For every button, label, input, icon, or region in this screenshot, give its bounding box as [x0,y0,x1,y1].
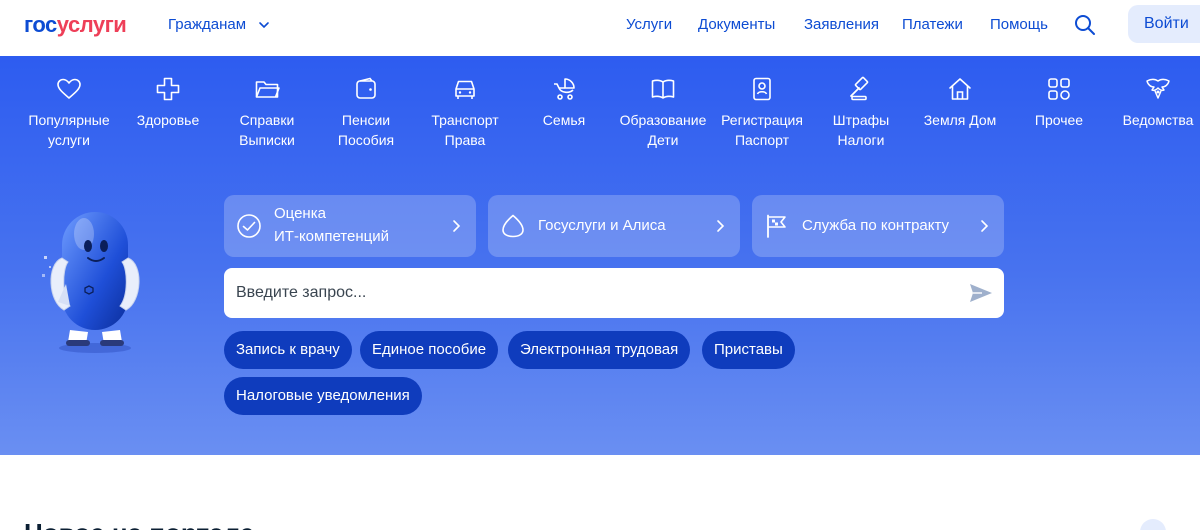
gavel-icon [848,76,874,102]
book-icon [650,76,676,102]
car-icon [452,76,478,102]
nav-services[interactable]: Услуги [626,16,672,33]
flag-icon [764,213,790,239]
category-label: Транспорт [431,112,499,128]
category-family[interactable]: Семья [514,76,614,130]
category-label: Прочее [1034,112,1084,128]
category-other[interactable]: Прочее [1009,76,1109,130]
role-selector-label: Гражданам [168,16,247,33]
category-label: Налоги [837,132,885,148]
role-selector[interactable]: Гражданам [168,16,270,33]
folder-icon [254,76,280,102]
category-popular[interactable]: Популярные услуги [19,76,119,150]
login-button[interactable]: Войти [1128,5,1200,43]
top-header: госуслуги Гражданам Услуги Документы Зая… [0,0,1200,56]
category-pensions[interactable]: Пенсии Пособия [316,76,416,150]
category-fines[interactable]: Штрафы Налоги [811,76,911,150]
category-label: Справки [239,112,295,128]
chevron-right-icon [717,220,725,232]
stroller-icon [551,76,577,102]
passport-icon [749,76,775,102]
emblem-icon [1145,76,1171,102]
gosuslugi-logo[interactable]: госуслуги [24,12,127,38]
grid-icon [1046,76,1072,102]
category-label: Пенсии [341,112,391,128]
mascot-robot-illustration [42,212,140,353]
carousel-prev-button[interactable] [1140,519,1166,530]
promo-title: Госуслуги и Алиса [538,217,666,234]
promo-it-assessment[interactable]: Оценка ИТ-компетенций [224,195,476,257]
chip-tax-notices[interactable]: Налоговые уведомления [224,377,422,415]
category-education[interactable]: Образование Дети [613,76,713,150]
hero-banner: Популярные услуги Здоровье Справки Выпис… [0,56,1200,455]
house-icon [947,76,973,102]
search-box [224,268,1004,318]
chevron-down-icon [259,21,269,28]
chip-doctor-appointment[interactable]: Запись к врачу [224,331,352,369]
search-input[interactable] [236,276,956,310]
chip-electronic-workbook[interactable]: Электронная трудовая [508,331,691,369]
category-label: Права [444,132,486,148]
nav-help[interactable]: Помощь [990,16,1048,33]
category-label: Дети [647,132,679,148]
chevron-right-icon [981,220,989,232]
nav-documents[interactable]: Документы [698,16,775,33]
category-label: Семья [542,112,586,128]
category-label: Паспорт [734,132,790,148]
category-label: Популярные [28,112,110,128]
nav-applications[interactable]: Заявления [804,16,879,33]
wallet-icon [353,76,379,102]
logo-part-uslugi: услуги [56,12,127,37]
chevron-right-icon [453,220,461,232]
category-label: Пособия [337,132,395,148]
alice-icon [500,213,526,239]
category-label: Ведомства [1122,112,1194,128]
promo-contract-service[interactable]: Служба по контракту [752,195,1004,257]
category-label: Регистрация [721,112,803,128]
chip-bailiffs[interactable]: Приставы [702,331,795,369]
category-label: Здоровье [136,112,200,128]
category-health[interactable]: Здоровье [118,76,218,130]
promo-title-line1: Оценка [274,205,326,222]
search-icon[interactable] [1073,13,1097,37]
heart-icon [56,76,82,102]
chip-unified-allowance[interactable]: Единое пособие [360,331,499,369]
logo-part-gos: гос [24,12,57,37]
promo-title: Служба по контракту [802,217,950,234]
category-label: Штрафы [832,112,890,128]
category-label: услуги [48,132,90,148]
nav-payments[interactable]: Платежи [902,16,963,33]
promo-alice[interactable]: Госуслуги и Алиса [488,195,740,257]
category-registration[interactable]: Регистрация Паспорт [712,76,812,150]
category-label: Образование [619,112,707,128]
category-agencies[interactable]: Ведомства [1108,76,1200,130]
promo-title-line2: ИТ-компетенций [274,228,389,245]
category-label: Выписки [239,132,295,148]
medical-cross-icon [155,76,181,102]
category-label: Земля Дом [923,112,997,128]
news-section-title: Новое на портале [24,518,254,530]
category-transport[interactable]: Транспорт Права [415,76,515,150]
category-land-house[interactable]: Земля Дом [910,76,1010,130]
category-certificates[interactable]: Справки Выписки [217,76,317,150]
send-icon[interactable] [968,281,994,305]
check-circle-icon [236,213,262,239]
